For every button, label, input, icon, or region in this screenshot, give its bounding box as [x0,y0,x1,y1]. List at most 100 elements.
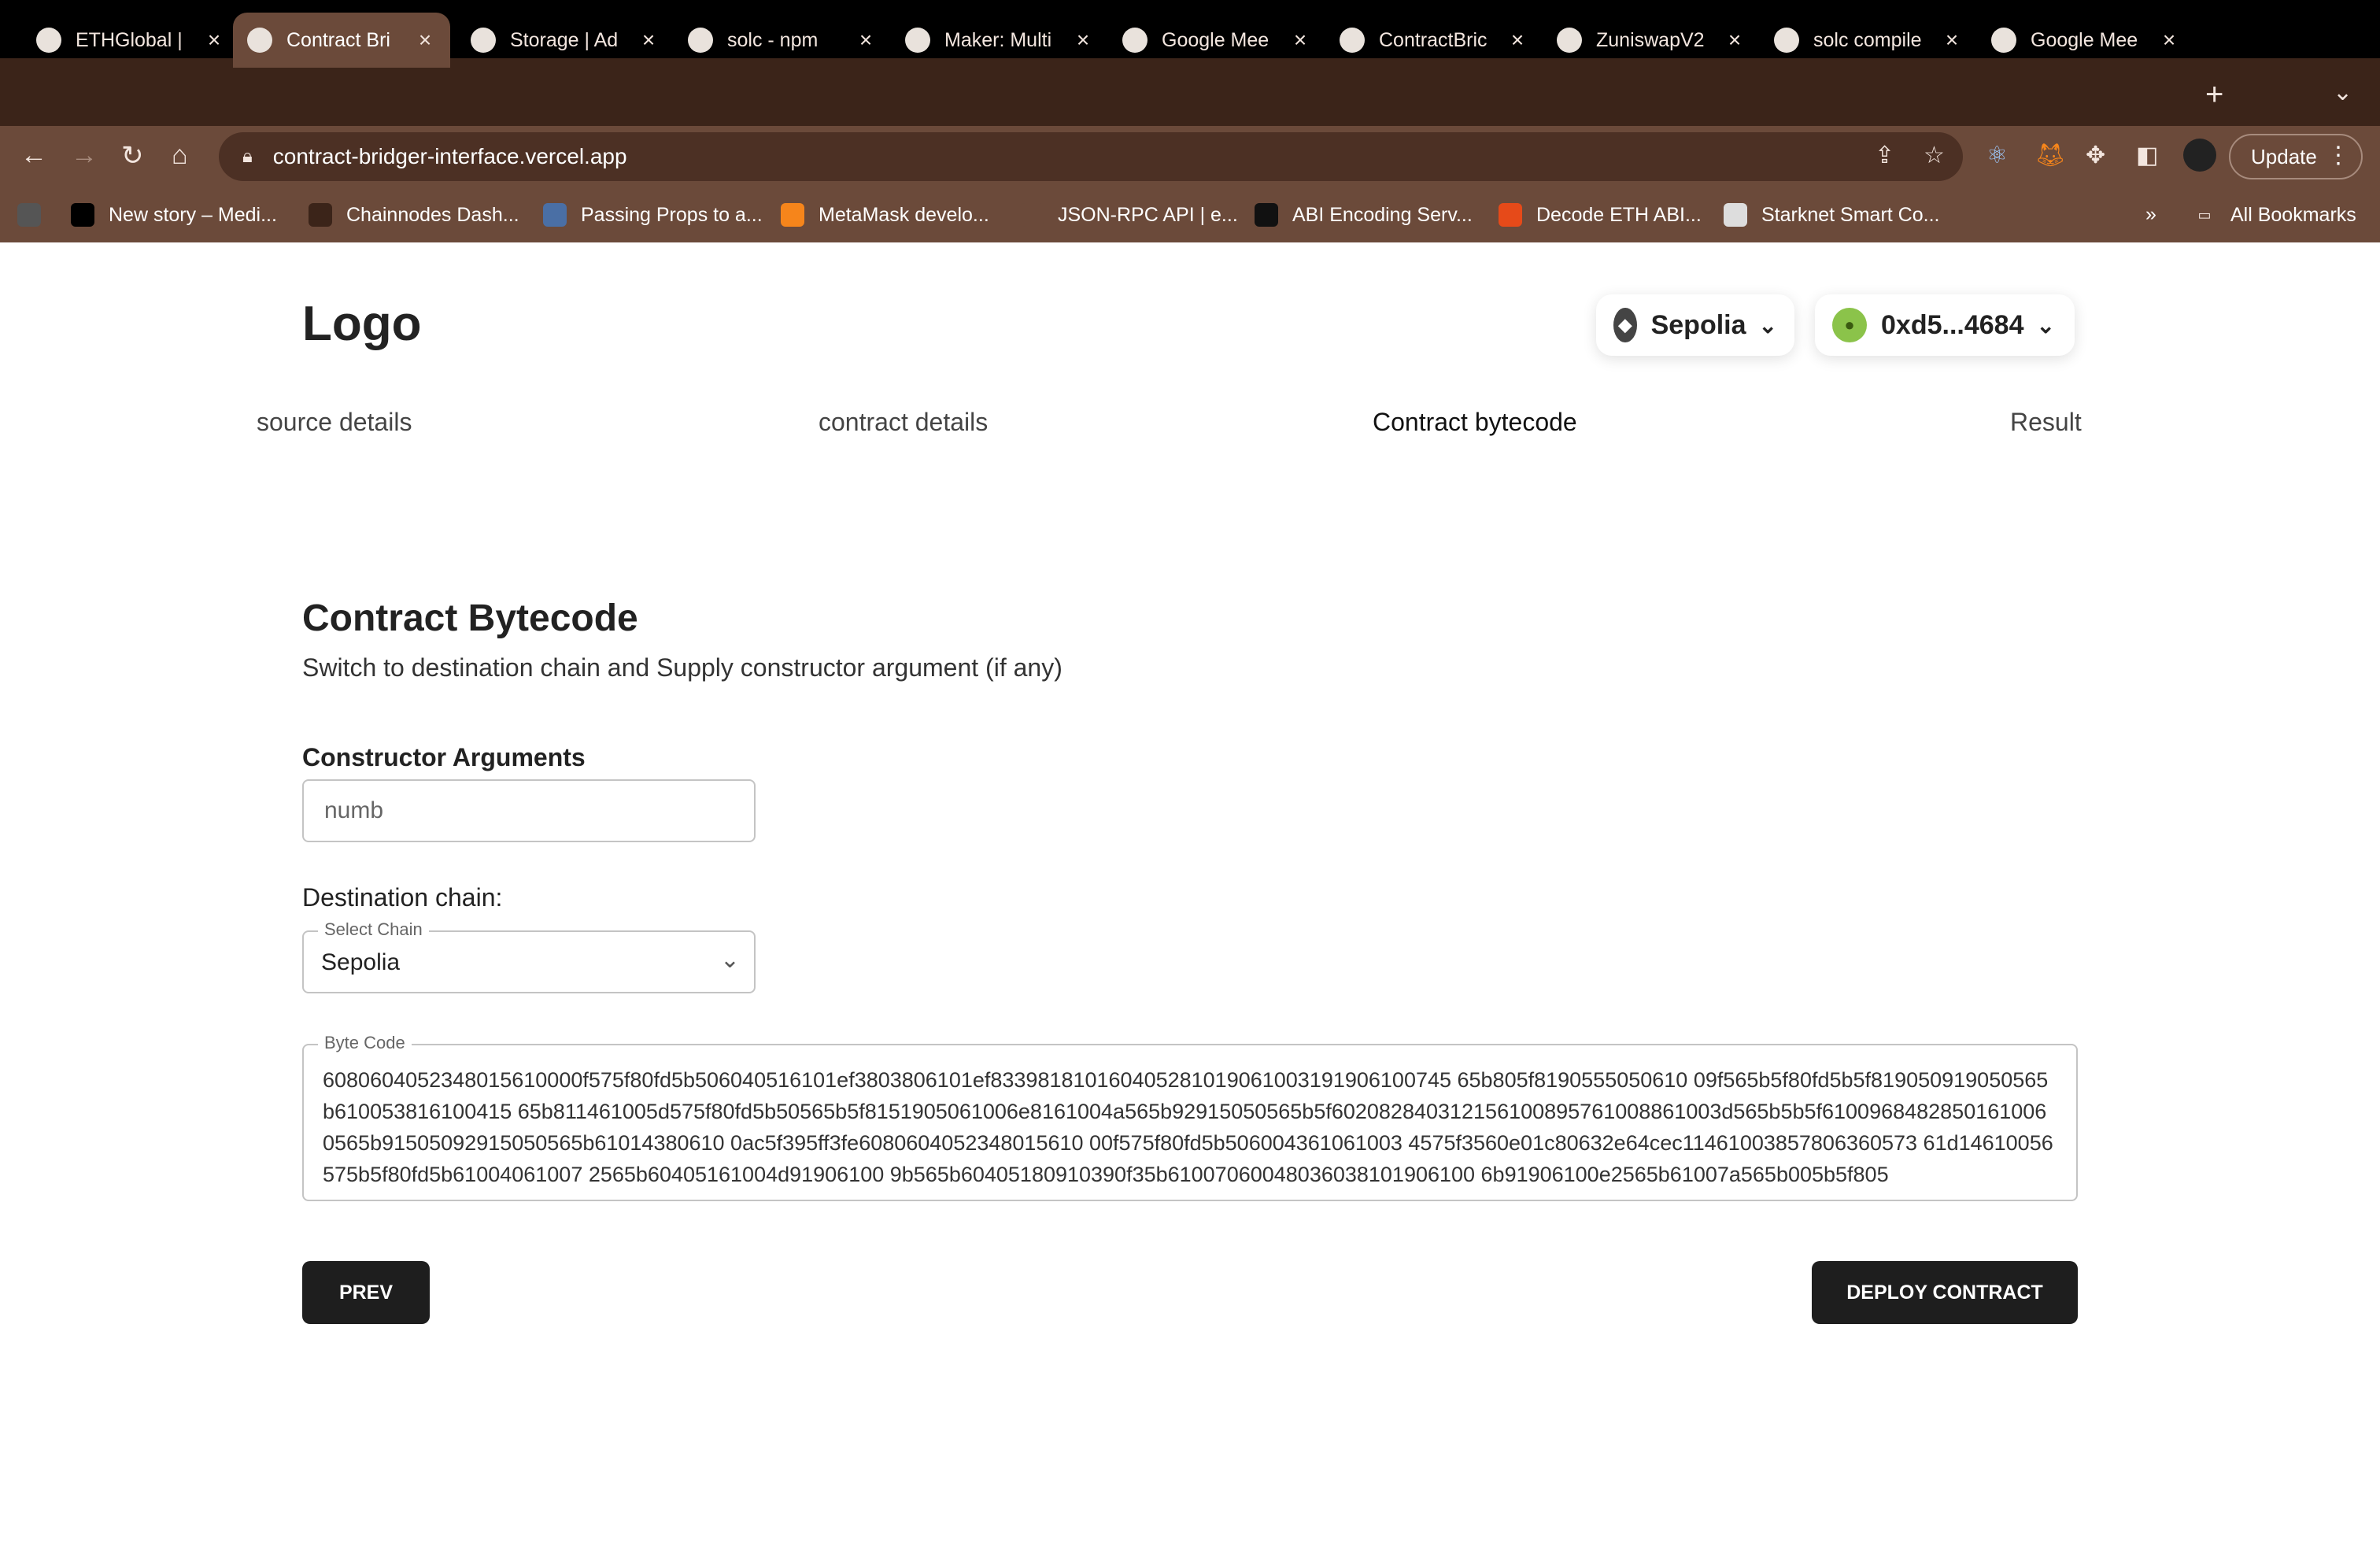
step-contract-bytecode[interactable]: Contract bytecode [1373,408,1577,437]
close-icon[interactable]: × [198,28,230,53]
ethereum-icon [1020,203,1044,227]
account-selector[interactable]: ● 0xd5...4684 ⌄ [1815,294,2075,356]
close-icon[interactable]: × [1502,28,1533,53]
bookmark-item[interactable] [17,203,55,227]
profile-avatar[interactable] [2183,139,2216,172]
close-icon[interactable]: × [409,28,441,53]
browser-tab[interactable]: Google Mee × [1977,13,2194,68]
tab-title: solc - npm [727,28,819,51]
prev-button[interactable]: PREV [302,1261,430,1324]
metamask-icon [781,203,804,227]
bookmark-item[interactable]: MetaMask develo... [781,203,989,227]
all-bookmarks-button[interactable]: ▭ All Bookmarks [2193,203,2356,227]
bookmark-item[interactable]: Passing Props to a... [543,203,763,227]
back-icon[interactable]: ← [20,140,47,171]
account-address: 0xd5...4684 [1881,309,2024,340]
bookmark-item[interactable]: New story – Medi... [71,203,277,227]
extensions-icon[interactable]: ✥ [2086,142,2105,169]
bookmark-label: Starknet Smart Co... [1761,203,1940,226]
new-tab-button[interactable]: + [2205,77,2223,113]
tab-strip [0,58,2380,126]
address-bar[interactable]: 🔒︎ contract-bridger-interface.vercel.app [219,132,1963,181]
google-meet-icon [1991,28,2016,53]
page-subtitle: Switch to destination chain and Supply c… [302,653,1062,682]
starknet-icon [1724,203,1747,227]
bytecode-legend: Byte Code [318,1033,412,1053]
close-icon[interactable]: × [1067,28,1099,53]
close-icon[interactable]: × [1719,28,1750,53]
bookmarks-overflow-button[interactable]: » [2145,203,2156,226]
bookmark-item[interactable]: ABI Encoding Serv... [1255,203,1473,227]
folder-icon: ▭ [2197,206,2212,223]
step-result[interactable]: Result [2010,408,2082,437]
bookmark-item[interactable]: Starknet Smart Co... [1724,203,1939,227]
chain-select-legend: Select Chain [318,919,429,940]
browser-tab[interactable]: ZuniswapV2 × [1543,13,1760,68]
update-button[interactable]: Update ⋮ [2229,134,2363,179]
bookmark-label: MetaMask develo... [819,203,989,226]
bookmark-item[interactable]: JSON-RPC API | e... [1020,203,1238,227]
ethglobal-icon [36,28,61,53]
chevron-down-icon: ⌄ [1758,313,1777,338]
browser-tab[interactable]: Storage | Ad × [456,13,674,68]
browser-tab[interactable]: Google Mee × [1108,13,1325,68]
react-devtools-icon[interactable]: ⚛ [1986,142,2008,169]
step-contract-details[interactable]: contract details [819,408,988,437]
tab-title: solc compile [1813,28,1922,51]
maker-icon [1557,28,1582,53]
close-icon[interactable]: × [2153,28,2185,53]
globe-icon [17,203,41,227]
chevron-down-icon: ⌄ [719,947,740,973]
browser-tab[interactable]: solc compile × [1760,13,1977,68]
bookmark-label: Chainnodes Dash... [346,203,519,226]
tab-title: Storage | Ad [510,28,619,51]
network-name: Sepolia [1650,309,1746,340]
lock-icon: 🔒︎ [242,146,253,167]
close-icon[interactable]: × [633,28,664,53]
browser-tab[interactable]: ETHGlobal | × [22,13,239,68]
tab-title: Google Mee [2031,28,2138,51]
bytecode-field[interactable]: Byte Code 6080604052348015610000f575f80f… [302,1033,2078,1201]
bookmark-star-icon[interactable]: ☆ [1924,142,1945,169]
logo: Logo [302,297,422,351]
google-meet-icon [1122,28,1148,53]
tab-title: Contract Bri [286,28,390,51]
account-avatar-icon: ● [1832,308,1867,342]
close-icon[interactable]: × [1284,28,1316,53]
page-content: Logo ◆ Sepolia ⌄ ● 0xd5...4684 ⌄ source … [0,242,2380,1546]
destination-chain-label: Destination chain: [302,883,503,912]
page-title: Contract Bytecode [302,597,638,639]
browser-tab[interactable]: solc - npm × [674,13,891,68]
bookmark-label: JSON-RPC API | e... [1058,203,1238,226]
side-panel-icon[interactable]: ◧ [2136,142,2158,169]
browser-tab[interactable]: Maker: Multi × [891,13,1108,68]
step-source-details[interactable]: source details [257,408,412,437]
constructor-arguments-input[interactable] [302,779,756,842]
metamask-icon[interactable]: 🦊︎ [2035,142,2065,169]
network-selector[interactable]: ◆ Sepolia ⌄ [1596,294,1794,356]
bytecode-text[interactable]: 6080604052348015610000f575f80fd5b5060405… [323,1064,2057,1200]
globe-icon [247,28,272,53]
forward-icon[interactable]: → [71,140,98,171]
constructor-arguments-label: Constructor Arguments [302,743,586,771]
decode-icon [1499,203,1522,227]
bookmark-label: Decode ETH ABI... [1536,203,1702,226]
tab-title: ETHGlobal | [76,28,183,51]
tab-title: Maker: Multi [944,28,1052,51]
url-text: contract-bridger-interface.vercel.app [272,144,627,168]
home-icon[interactable]: ⌂ [172,140,188,171]
close-icon[interactable]: × [850,28,881,53]
browser-tab[interactable]: Contract Bri × [233,13,450,68]
bookmark-label: New story – Medi... [109,203,277,226]
tab-search-chevron-icon[interactable]: ⌄ [2333,79,2352,106]
bookmark-item[interactable]: Chainnodes Dash... [309,203,519,227]
browser-tab[interactable]: ContractBric × [1325,13,1543,68]
deploy-contract-button[interactable]: DEPLOY CONTRACT [1812,1261,2078,1324]
close-icon[interactable]: × [1936,28,1968,53]
reload-icon[interactable]: ↻ [121,140,144,172]
chevron-down-icon: ⌄ [2036,313,2055,338]
bookmark-item[interactable]: Decode ETH ABI... [1499,203,1702,227]
share-icon[interactable]: ⇪ [1875,142,1894,169]
chain-select[interactable]: Select Chain Sepolia ⌄ [302,919,756,993]
npm-icon [688,28,713,53]
